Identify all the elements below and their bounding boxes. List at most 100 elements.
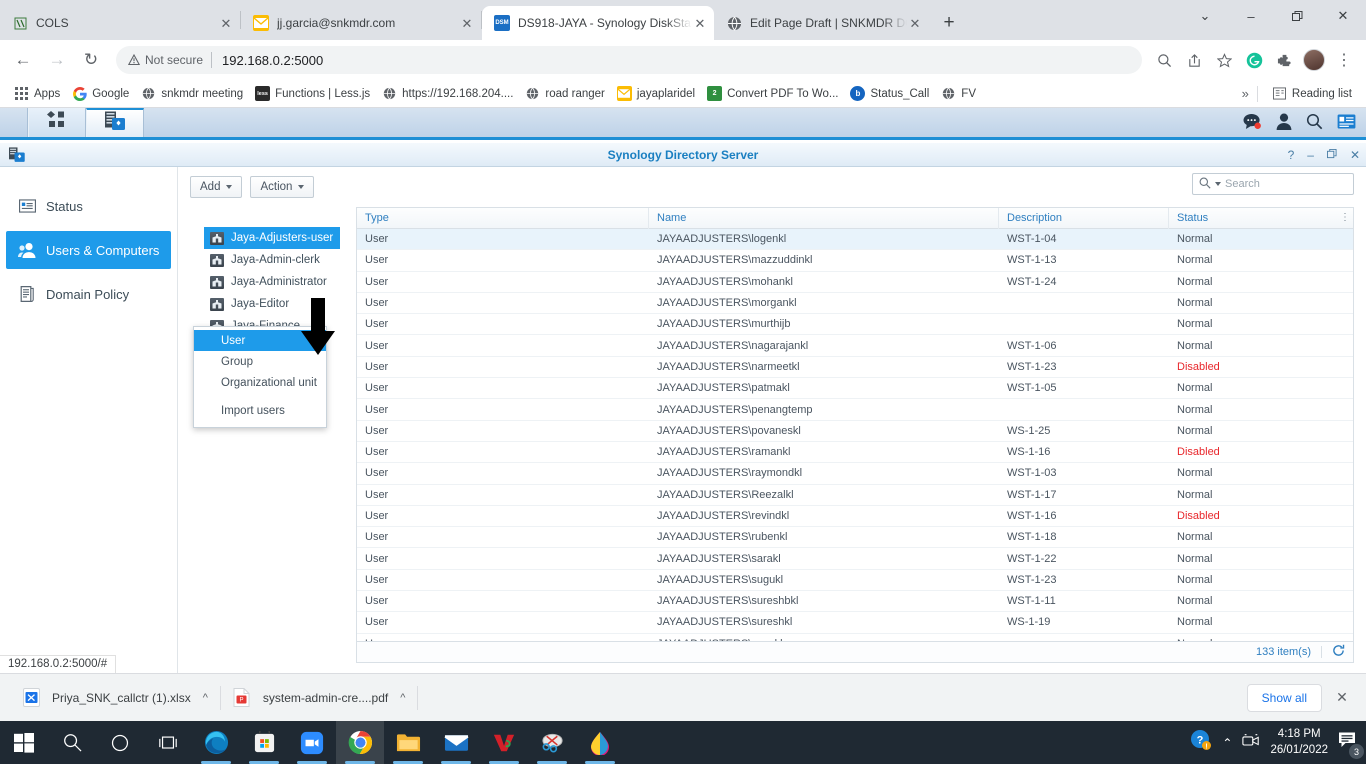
table-row[interactable]: User JAYAADJUSTERS\logenkl WST-1-04 Normal — [357, 229, 1353, 251]
tab-search-icon[interactable]: ⌄ — [1182, 0, 1228, 32]
notification-center-button[interactable]: 3 — [1338, 731, 1364, 759]
add-button[interactable]: Add — [190, 176, 243, 198]
bookmark-functions-lessjs[interactable]: less Functions | Less.js — [249, 84, 376, 103]
chevron-up-icon[interactable]: ^ — [400, 692, 405, 704]
refresh-icon[interactable] — [1332, 644, 1345, 660]
task-view-button[interactable] — [144, 721, 192, 764]
tab-close-icon-2[interactable]: ✕ — [692, 15, 708, 31]
show-all-downloads-button[interactable]: Show all — [1246, 683, 1322, 712]
close-button[interactable]: ✕ — [1350, 148, 1360, 162]
search-icon[interactable] — [1306, 113, 1323, 130]
bookmark-status-call[interactable]: b Status_Call — [844, 84, 935, 103]
browser-tab-1[interactable]: jj.garcia@snkmdr.com ✕ — [241, 6, 481, 40]
table-row[interactable]: User JAYAADJUSTERS\sureshbkl WST-1-11 Norma… — [357, 591, 1353, 613]
help-icon[interactable]: ?! — [1190, 729, 1212, 756]
download-item-pdf[interactable]: P system-admin-cre....pdf ^ — [221, 683, 418, 713]
column-header-status[interactable]: Status — [1169, 208, 1353, 229]
maximize-button[interactable] — [1326, 148, 1337, 162]
table-row[interactable]: UserJAYAADJUSTERS\yuvakl Normal — [357, 634, 1353, 641]
bookmark-apps[interactable]: Apps — [8, 84, 66, 103]
table-row[interactable]: User JAYAADJUSTERS\sugukl WST-1-23 Normal — [357, 570, 1353, 592]
browser-tab-2[interactable]: DSM DS918-JAYA - Synology DiskStation ✕ — [482, 6, 714, 40]
dsm-taskbar-directory-server[interactable] — [86, 108, 144, 137]
menu-item-import-users[interactable]: Import users — [194, 400, 326, 421]
camera-icon[interactable] — [1242, 733, 1260, 753]
column-header-description[interactable]: Description — [999, 207, 1169, 229]
table-row[interactable]: User JAYAADJUSTERS\mazzuddinkl WST-1-13 Nor… — [357, 250, 1353, 272]
tree-item-jaya-administrator[interactable]: Jaya-Administrator — [204, 271, 340, 293]
download-item-xlsx[interactable]: Priya_SNK_callctr (1).xlsx ^ — [10, 683, 220, 713]
table-row[interactable]: User JAYAADJUSTERS\revindkl WST-1-16 Disabl… — [357, 506, 1353, 528]
widgets-icon[interactable] — [1337, 113, 1356, 129]
table-row[interactable]: User JAYAADJUSTERS\narmeetkl WST-1-23 Disab… — [357, 357, 1353, 379]
bookmark-convert-pdf[interactable]: 2 Convert PDF To Wo... — [701, 84, 844, 103]
tab-close-icon-0[interactable]: ✕ — [218, 15, 234, 31]
table-row[interactable]: User JAYAADJUSTERS\morgankl Normal — [357, 293, 1353, 315]
help-button[interactable]: ? — [1288, 148, 1295, 162]
table-row[interactable]: User JAYAADJUSTERS\rubenkl WST-1-18 Normal — [357, 527, 1353, 549]
bookmark-jayaplaridel[interactable]: jayaplaridel — [611, 84, 701, 103]
close-download-shelf-button[interactable]: ✕ — [1328, 689, 1356, 706]
grammarly-icon[interactable] — [1240, 46, 1268, 74]
store-button[interactable] — [240, 721, 288, 764]
table-row[interactable]: User JAYAADJUSTERS\povaneskl WS-1-25 Normal — [357, 421, 1353, 442]
bookmark-google[interactable]: Google — [66, 84, 135, 103]
sidebar-item-status[interactable]: Status — [6, 187, 171, 225]
new-tab-button[interactable]: + — [935, 9, 963, 37]
browser-tab-0[interactable]: COLS ✕ — [0, 6, 240, 40]
table-row[interactable]: User JAYAADJUSTERS\ramankl WS-1-16 Disabled — [357, 442, 1353, 464]
search-input[interactable]: Search — [1192, 173, 1354, 195]
table-row[interactable]: User JAYAADJUSTERS\sureshkl WS-1-19 Normal — [357, 612, 1353, 634]
maximize-button[interactable] — [1274, 0, 1320, 32]
action-button[interactable]: Action — [250, 176, 315, 198]
forward-icon[interactable]: → — [42, 45, 72, 75]
column-options-icon[interactable]: ⋮ — [1340, 212, 1350, 223]
close-button[interactable]: ✕ — [1320, 0, 1366, 32]
tab-close-icon-3[interactable]: ✕ — [907, 15, 923, 31]
table-row[interactable]: User JAYAADJUSTERS\penangtemp Normal — [357, 399, 1353, 421]
chevron-up-icon[interactable]: ^ — [203, 692, 208, 704]
star-icon[interactable] — [1210, 46, 1238, 74]
chrome-button[interactable] — [336, 721, 384, 764]
mail-button[interactable] — [432, 721, 480, 764]
paint-button[interactable] — [576, 721, 624, 764]
menu-item-organizational-unit[interactable]: Organizational unit — [194, 372, 326, 393]
reading-list-button[interactable]: Reading list — [1266, 84, 1358, 103]
search-dropdown-icon[interactable] — [1215, 182, 1221, 186]
edge-button[interactable] — [192, 721, 240, 764]
tree-item-jaya-admin-clerk[interactable]: Jaya-Admin-clerk — [204, 249, 340, 271]
dsm-main-menu-button[interactable] — [28, 108, 86, 137]
address-bar[interactable]: Not secure 192.168.0.2:5000 — [116, 46, 1142, 74]
table-row[interactable]: User JAYAADJUSTERS\raymondkl WST-1-03 Norma… — [357, 463, 1353, 485]
clock[interactable]: 4:18 PM 26/01/2022 — [1270, 727, 1328, 758]
user-icon[interactable] — [1276, 113, 1292, 130]
start-button[interactable] — [0, 721, 48, 764]
table-row[interactable]: User JAYAADJUSTERS\mohankl WST-1-24 Normal — [357, 272, 1353, 293]
table-row[interactable]: User JAYAADJUSTERS\patmakl WST-1-05 Normal — [357, 378, 1353, 400]
search-button[interactable] — [48, 721, 96, 764]
snip-button[interactable] — [528, 721, 576, 764]
bookmark-snkmdr-meeting[interactable]: snkmdr meeting — [135, 84, 249, 103]
avatar[interactable] — [1300, 46, 1328, 74]
table-row[interactable]: User JAYAADJUSTERS\Reezalkl WST-1-17 Normal — [357, 485, 1353, 506]
table-row[interactable]: User JAYAADJUSTERS\murthijb Normal — [357, 314, 1353, 336]
tab-close-icon-1[interactable]: ✕ — [459, 15, 475, 31]
vlc-button[interactable] — [480, 721, 528, 764]
minimize-button[interactable]: – — [1307, 148, 1314, 162]
not-secure-indicator[interactable]: Not secure — [128, 53, 203, 67]
sidebar-item-users-computers[interactable]: Users & Computers — [6, 231, 171, 269]
zoom-button[interactable] — [288, 721, 336, 764]
tree-item-jaya-adjusters-user[interactable]: Jaya-Adjusters-user — [204, 227, 340, 249]
zoom-icon[interactable] — [1150, 46, 1178, 74]
table-row[interactable]: User JAYAADJUSTERS\sarakl WST-1-22 Normal — [357, 548, 1353, 570]
reload-icon[interactable]: ↻ — [76, 45, 106, 75]
browser-tab-3[interactable]: Edit Page Draft | SNKMDR DOCU ✕ — [714, 6, 929, 40]
bookmarks-overflow-button[interactable]: » — [1242, 86, 1249, 101]
notifications-icon[interactable] — [1243, 113, 1262, 130]
bookmark-road-ranger[interactable]: road ranger — [519, 84, 610, 103]
bookmark-192-168-204[interactable]: https://192.168.204.... — [376, 84, 519, 103]
chrome-menu-icon[interactable]: ⋮ — [1330, 46, 1358, 74]
back-icon[interactable]: ← — [8, 45, 38, 75]
puzzle-icon[interactable] — [1270, 46, 1298, 74]
share-icon[interactable] — [1180, 46, 1208, 74]
